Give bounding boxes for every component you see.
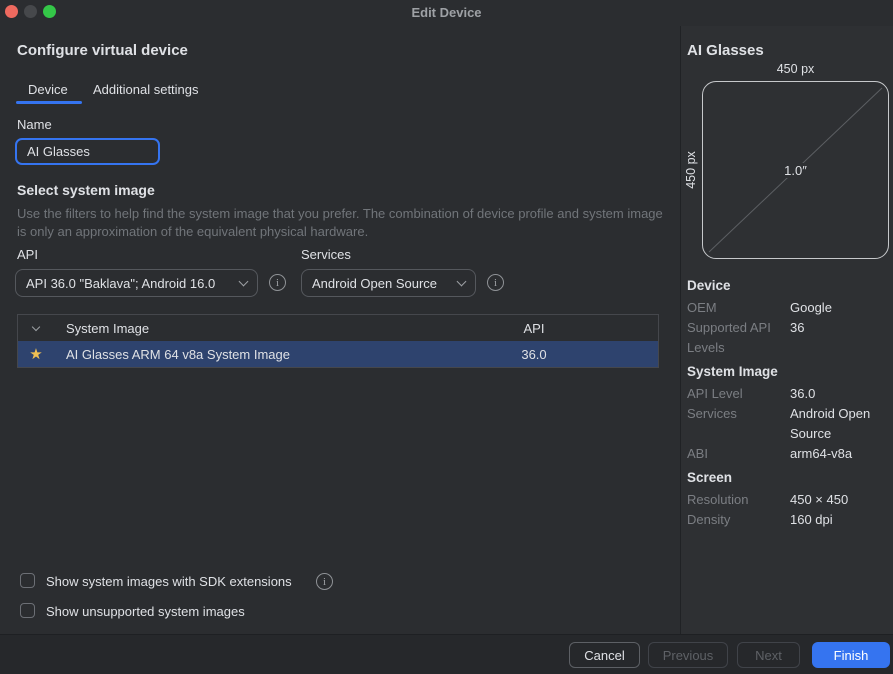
detail-row: Services Android Open Source [687,404,889,444]
detail-row: ABI arm64-v8a [687,444,889,464]
services-dropdown-value: Android Open Source [312,276,450,291]
detail-row: Supported API Levels 36 [687,318,889,358]
detail-row: Density 160 dpi [687,510,889,530]
next-button[interactable]: Next [737,642,800,668]
finish-button[interactable]: Finish [812,642,890,668]
column-header-api[interactable]: API [410,321,658,336]
device-details-title: AI Glasses [687,42,764,59]
preview-height-label: 450 px [684,140,698,200]
system-image-table: System Image API ★ AI Glasses ARM 64 v8a… [17,314,659,368]
chevron-down-icon [239,276,249,286]
checkbox-sdk-extensions[interactable] [20,573,35,588]
detail-row: Resolution 450 × 450 [687,490,889,510]
window-title: Edit Device [0,5,893,20]
services-info-icon[interactable]: i [487,274,504,291]
checkbox-sdk-extensions-label[interactable]: Show system images with SDK extensions [46,574,292,589]
page-title: Configure virtual device [17,42,188,59]
tab-additional-settings[interactable]: Additional settings [93,82,199,97]
active-tab-indicator [16,101,82,104]
checkbox-unsupported-images-label[interactable]: Show unsupported system images [46,604,245,619]
previous-button[interactable]: Previous [648,642,728,668]
chevron-down-icon [32,322,40,330]
detail-row: API Level 36.0 [687,384,889,404]
section-heading-screen: Screen [687,468,889,488]
chevron-down-icon [457,276,467,286]
sdk-extensions-info-icon[interactable]: i [316,573,333,590]
preview-width-label: 450 px [702,62,889,76]
services-dropdown[interactable]: Android Open Source [301,269,476,297]
column-header-system-image[interactable]: System Image [54,321,410,336]
table-header-row: System Image API [18,315,658,341]
checkbox-unsupported-images[interactable] [20,603,35,618]
tab-device[interactable]: Device [28,82,68,97]
detail-row: OEM Google [687,298,889,318]
favorite-star-icon[interactable]: ★ [29,347,42,362]
preview-diagonal-size: 1.0″ [702,163,889,178]
services-label: Services [301,247,351,262]
cancel-button[interactable]: Cancel [569,642,640,668]
api-dropdown-value: API 36.0 "Baklava"; Android 16.0 [26,276,232,291]
system-image-description: Use the filters to help find the system … [17,205,669,241]
api-label: API [17,247,38,262]
sort-column-header[interactable] [18,327,54,330]
select-system-image-heading: Select system image [17,182,155,198]
api-info-icon[interactable]: i [269,274,286,291]
system-image-api: 36.0 [410,347,658,362]
api-dropdown[interactable]: API 36.0 "Baklava"; Android 16.0 [15,269,258,297]
device-name-input[interactable] [15,138,160,165]
table-row[interactable]: ★ AI Glasses ARM 64 v8a System Image 36.… [18,341,658,367]
titlebar: Edit Device [0,0,893,26]
footer-bar: Cancel Previous Next Finish [0,634,893,674]
section-heading-device: Device [687,276,889,296]
section-heading-system-image: System Image [687,362,889,382]
system-image-name: AI Glasses ARM 64 v8a System Image [54,347,410,362]
device-details-list: Device OEM Google Supported API Levels 3… [687,272,889,530]
name-label: Name [17,117,52,132]
